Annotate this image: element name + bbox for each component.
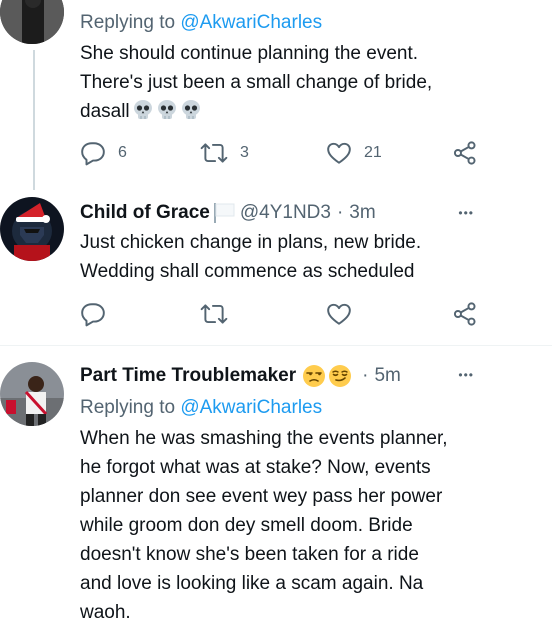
share-icon	[453, 302, 476, 326]
like-count: 21	[364, 144, 382, 161]
tweet-text-line: She should continue planning the event.	[80, 43, 419, 64]
tweet-actions: 6 3 21	[0, 140, 552, 170]
tweet-text-line: and love is looking like a scam again. N…	[80, 573, 424, 594]
handle[interactable]: @4Y1ND3	[240, 202, 331, 224]
tweet-header: Child of Grace @4Y1ND3 · 3m	[80, 202, 376, 224]
separator-dot: ·	[362, 365, 369, 386]
tweet-text: When he was smashing the events planner,…	[80, 424, 448, 627]
like-button[interactable]	[326, 301, 352, 327]
more-options-icon[interactable]: •••	[458, 206, 474, 220]
tweet-text-line: Wedding shall commence as scheduled	[80, 261, 415, 282]
tweet-text: She should continue planning the event. …	[80, 39, 432, 126]
share-icon	[453, 141, 476, 165]
smirking-face-emoji-icon	[329, 365, 352, 387]
tweet-text-line: waoh.	[80, 602, 131, 623]
replying-prefix: Replying to	[80, 12, 176, 33]
more-options-icon[interactable]: •••	[458, 368, 474, 382]
replying-handle-link[interactable]: @AkwariCharles	[180, 12, 322, 33]
unamused-face-emoji-icon	[303, 365, 326, 387]
heart-icon	[327, 142, 351, 164]
reply-count: 6	[118, 144, 127, 161]
display-name[interactable]: Part Time Troublemaker	[80, 365, 296, 387]
replying-to: Replying to @AkwariCharles	[80, 12, 322, 34]
heart-icon	[327, 303, 351, 325]
tweet-text-line: while groom don dey smell doom. Bride	[80, 515, 413, 536]
replying-to: Replying to @AkwariCharles	[80, 397, 322, 419]
share-button[interactable]	[452, 301, 478, 327]
retweet-button[interactable]: 3	[200, 140, 249, 166]
reply-icon	[81, 142, 105, 166]
tweet-text-line: There's just been a small change of brid…	[80, 72, 433, 93]
timestamp[interactable]: 3m	[349, 202, 375, 224]
tweet-1: Replying to @AkwariCharles She should co…	[0, 0, 552, 190]
reply-button[interactable]: 6	[80, 140, 127, 166]
avatar[interactable]	[0, 0, 64, 44]
tweet-2: Child of Grace @4Y1ND3 · 3m ••• Just chi…	[0, 185, 552, 345]
tweet-header: Part Time Troublemaker · 5m	[80, 364, 401, 388]
tweet-text: Just chicken change in plans, new bride.…	[80, 228, 421, 286]
tweet-text-line: planner don see event wey pass her power	[80, 486, 443, 507]
timestamp[interactable]: 5m	[374, 365, 400, 387]
replying-handle-link[interactable]: @AkwariCharles	[180, 397, 322, 418]
retweet-button[interactable]	[200, 301, 228, 327]
display-name[interactable]: Child of Grace	[80, 202, 210, 224]
share-button[interactable]	[452, 140, 478, 166]
skull-emoji-icon	[157, 100, 176, 119]
tweet-text-line: he forgot what was at stake? Now, events	[80, 457, 431, 478]
separator-dot: ·	[336, 202, 344, 223]
skull-emoji-icon	[133, 100, 152, 119]
replying-prefix: Replying to	[80, 397, 176, 418]
tweet-actions	[0, 301, 552, 331]
white-flag-icon	[213, 203, 235, 223]
tweet-text-line: Just chicken change in plans, new bride.	[80, 232, 422, 253]
avatar[interactable]	[0, 362, 64, 426]
avatar[interactable]	[0, 197, 64, 261]
tweet-text-line: dasall	[80, 97, 432, 126]
tweet-text-line: When he was smashing the events planner,	[80, 428, 448, 449]
tweet-text-line: doesn't know she's been taken for a ride	[80, 544, 419, 565]
tweet-3: Part Time Troublemaker · 5m ••• Replying…	[0, 346, 552, 624]
reply-icon	[81, 303, 105, 327]
reply-button[interactable]	[80, 301, 106, 327]
like-button[interactable]: 21	[326, 140, 382, 166]
retweet-icon	[200, 304, 228, 324]
retweet-icon	[200, 143, 228, 163]
retweet-count: 3	[240, 144, 249, 161]
skull-emoji-icon	[181, 100, 200, 119]
